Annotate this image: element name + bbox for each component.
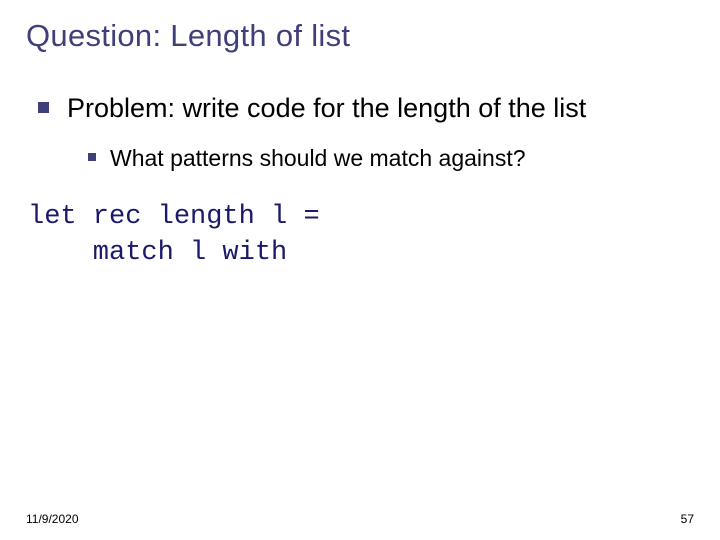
- bullet-l2-text: What patterns should we match against?: [110, 144, 526, 173]
- code-block: let rec length l = match l with: [26, 199, 694, 272]
- slide-title: Question: Length of list: [26, 18, 694, 54]
- bullet-l1-text: Problem: write code for the length of th…: [67, 92, 586, 126]
- code-line: match l with: [28, 238, 287, 268]
- footer-date: 11/9/2020: [26, 512, 79, 526]
- square-bullet-icon: [88, 153, 96, 161]
- bullet-level-2: What patterns should we match against?: [26, 144, 694, 173]
- square-bullet-icon: [38, 102, 49, 113]
- footer-page-number: 57: [681, 512, 694, 526]
- footer: 11/9/2020 57: [26, 512, 694, 526]
- slide: Question: Length of list Problem: write …: [0, 0, 720, 540]
- code-line: let rec length l =: [28, 202, 320, 232]
- bullet-level-1: Problem: write code for the length of th…: [26, 92, 694, 126]
